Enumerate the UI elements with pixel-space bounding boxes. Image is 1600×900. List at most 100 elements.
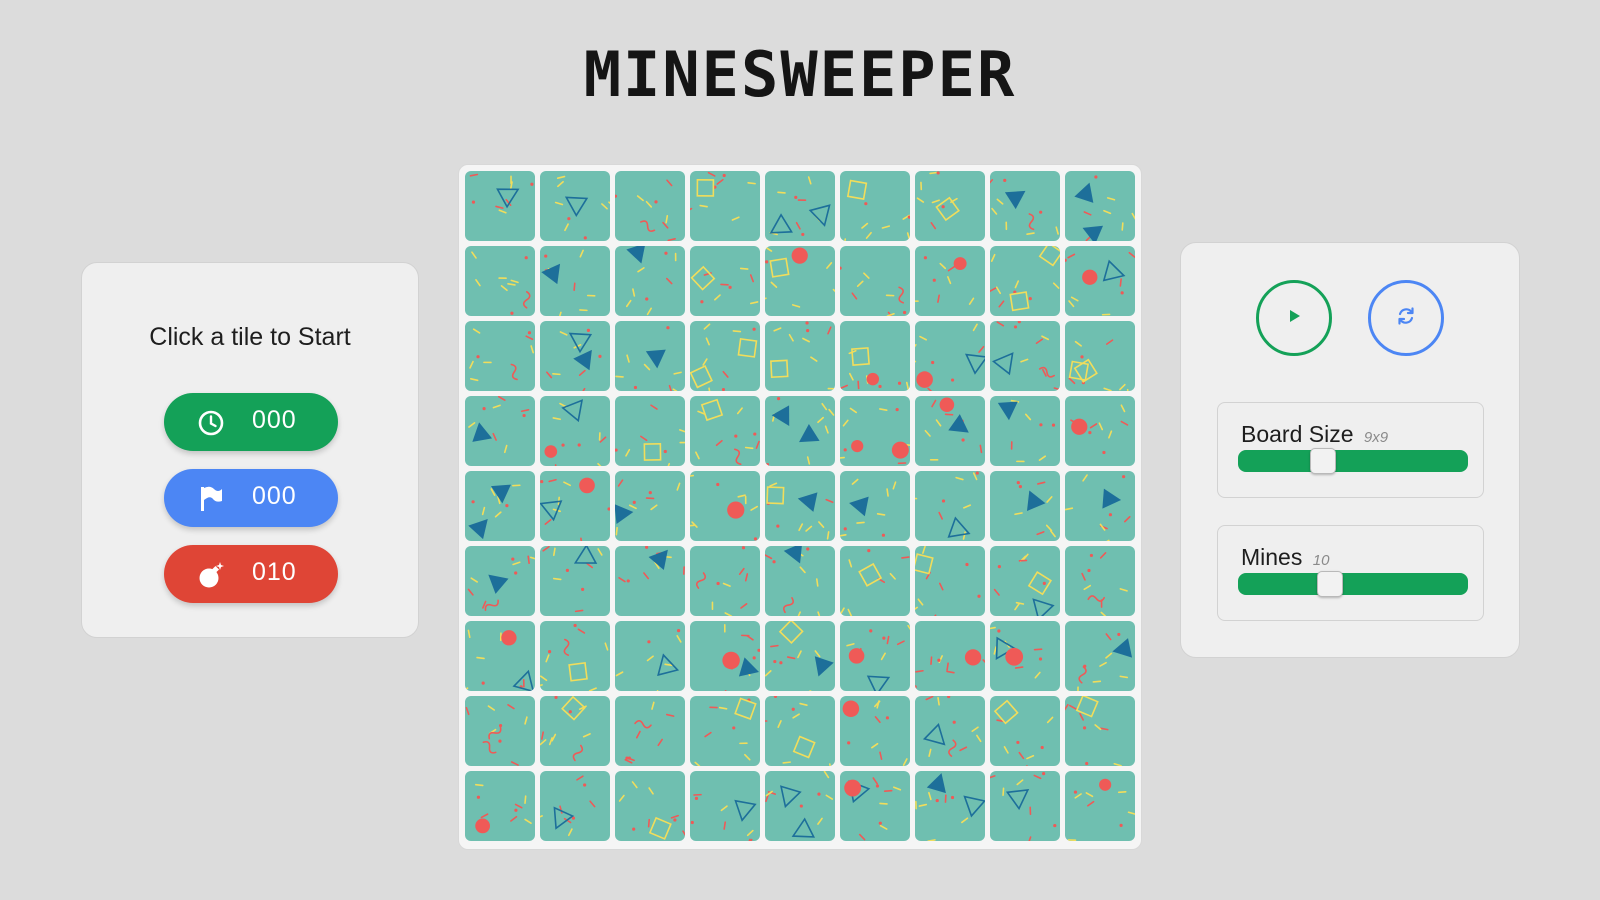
board-tile[interactable] <box>840 621 910 691</box>
board-tile[interactable] <box>765 321 835 391</box>
board-tile[interactable] <box>465 696 535 766</box>
board-tile[interactable] <box>465 171 535 241</box>
board-tile[interactable] <box>915 471 985 541</box>
board-tile[interactable] <box>540 171 610 241</box>
tile-pattern <box>615 246 685 316</box>
board-tile[interactable] <box>465 396 535 466</box>
board-tile[interactable] <box>1065 696 1135 766</box>
mines-label: Mines <box>1241 544 1303 570</box>
board-tile[interactable] <box>690 771 760 841</box>
board-tile[interactable] <box>540 546 610 616</box>
board-tile[interactable] <box>690 621 760 691</box>
board-tile[interactable] <box>840 246 910 316</box>
board-tile[interactable] <box>690 246 760 316</box>
mines-slider-thumb[interactable] <box>1317 571 1343 597</box>
board-tile[interactable] <box>990 246 1060 316</box>
board-tile[interactable] <box>990 546 1060 616</box>
board-tile[interactable] <box>690 321 760 391</box>
board-tile[interactable] <box>990 696 1060 766</box>
board-tile[interactable] <box>1065 321 1135 391</box>
board-tile[interactable] <box>915 771 985 841</box>
board-tile[interactable] <box>615 396 685 466</box>
board-tile[interactable] <box>690 471 760 541</box>
board-tile[interactable] <box>540 771 610 841</box>
board-tile[interactable] <box>840 321 910 391</box>
board-tile[interactable] <box>1065 621 1135 691</box>
board-tile[interactable] <box>615 471 685 541</box>
board-tile[interactable] <box>765 696 835 766</box>
board-tile[interactable] <box>765 396 835 466</box>
tile-pattern <box>690 621 760 691</box>
board-tile[interactable] <box>765 546 835 616</box>
board-tile[interactable] <box>1065 771 1135 841</box>
board-tile[interactable] <box>990 771 1060 841</box>
board-tile[interactable] <box>615 321 685 391</box>
board-tile[interactable] <box>840 771 910 841</box>
board-size-slider[interactable] <box>1238 448 1468 474</box>
board-tile[interactable] <box>540 696 610 766</box>
board-tile[interactable] <box>765 171 835 241</box>
board-tile[interactable] <box>465 621 535 691</box>
board-tile[interactable] <box>690 546 760 616</box>
tile-pattern <box>1065 621 1135 691</box>
board-tile[interactable] <box>615 546 685 616</box>
board-tile[interactable] <box>615 771 685 841</box>
play-button[interactable] <box>1256 280 1332 356</box>
board-tile[interactable] <box>465 546 535 616</box>
board-tile[interactable] <box>915 171 985 241</box>
board-tile[interactable] <box>465 246 535 316</box>
board-tile[interactable] <box>540 621 610 691</box>
board-tile[interactable] <box>1065 546 1135 616</box>
board-tile[interactable] <box>540 396 610 466</box>
board-tile[interactable] <box>690 696 760 766</box>
reset-button[interactable] <box>1368 280 1444 356</box>
board-tile[interactable] <box>765 246 835 316</box>
board-tile[interactable] <box>990 171 1060 241</box>
board-tile[interactable] <box>915 321 985 391</box>
tile-pattern <box>540 246 610 316</box>
board-tile[interactable] <box>915 546 985 616</box>
tile-pattern <box>1065 396 1135 466</box>
board-tile[interactable] <box>840 546 910 616</box>
board-tile[interactable] <box>465 771 535 841</box>
board-tile[interactable] <box>1065 396 1135 466</box>
flag-icon <box>196 484 226 514</box>
board-tile[interactable] <box>690 171 760 241</box>
tile-pattern <box>915 471 985 541</box>
board-tile[interactable] <box>465 321 535 391</box>
board-tile[interactable] <box>540 246 610 316</box>
board-tile[interactable] <box>990 471 1060 541</box>
board-tile[interactable] <box>990 621 1060 691</box>
board-tile[interactable] <box>840 171 910 241</box>
board-tile[interactable] <box>840 396 910 466</box>
board-tile[interactable] <box>765 471 835 541</box>
mines-slider[interactable] <box>1238 571 1468 597</box>
board-tile[interactable] <box>615 696 685 766</box>
board-size-slider-thumb[interactable] <box>1310 448 1337 474</box>
board-tile[interactable] <box>990 396 1060 466</box>
board-tile[interactable] <box>615 171 685 241</box>
board-tile[interactable] <box>1065 246 1135 316</box>
tile-pattern <box>765 321 835 391</box>
board-tile[interactable] <box>540 471 610 541</box>
board-tile[interactable] <box>615 246 685 316</box>
tile-pattern <box>840 621 910 691</box>
board-tile[interactable] <box>615 621 685 691</box>
board-tile[interactable] <box>765 771 835 841</box>
board-tile[interactable] <box>915 621 985 691</box>
board-tile[interactable] <box>540 321 610 391</box>
tile-pattern <box>990 621 1060 691</box>
board-tile[interactable] <box>765 621 835 691</box>
board-tile[interactable] <box>915 396 985 466</box>
board-tile[interactable] <box>915 696 985 766</box>
tile-pattern <box>615 471 685 541</box>
board-tile[interactable] <box>915 246 985 316</box>
board-tile[interactable] <box>1065 171 1135 241</box>
tile-pattern <box>990 471 1060 541</box>
board-tile[interactable] <box>1065 471 1135 541</box>
board-tile[interactable] <box>840 471 910 541</box>
board-tile[interactable] <box>990 321 1060 391</box>
board-tile[interactable] <box>465 471 535 541</box>
board-tile[interactable] <box>840 696 910 766</box>
board-tile[interactable] <box>690 396 760 466</box>
